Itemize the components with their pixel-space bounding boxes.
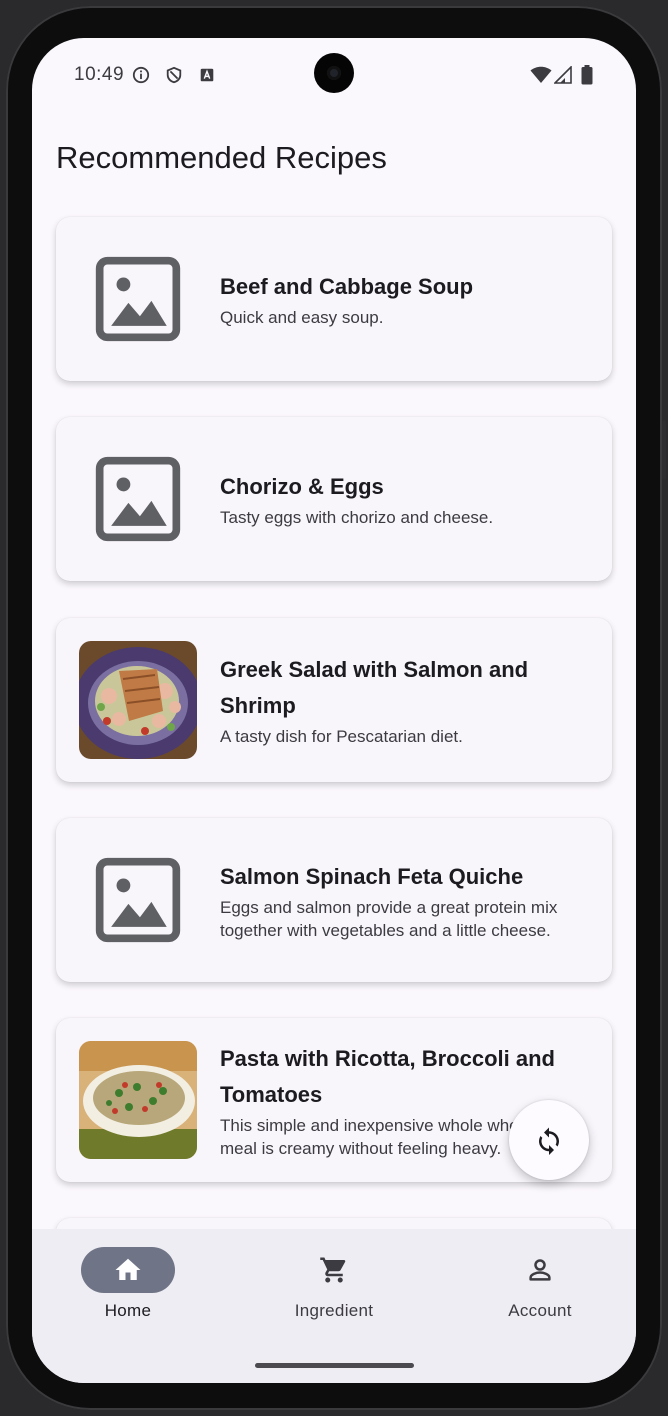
placeholder-image-icon xyxy=(95,256,181,342)
recipe-card-text: Greek Salad with Salmon and Shrimp A tas… xyxy=(220,618,594,782)
recipe-description: Eggs and salmon provide a great protein … xyxy=(220,897,558,940)
recipe-description: Tasty eggs with chorizo and cheese. xyxy=(220,508,494,527)
nav-icon-container xyxy=(493,1247,587,1293)
keyboard-a-icon xyxy=(200,68,214,82)
recipe-description: A tasty dish for Pescatarian diet. xyxy=(220,727,463,746)
recipe-card[interactable]: Greek Salad with Salmon and Shrimp A tas… xyxy=(56,618,612,782)
recipe-card[interactable]: Beef and Cabbage Soup Quick and easy sou… xyxy=(56,217,612,381)
info-icon xyxy=(132,66,150,84)
status-time: 10:49 xyxy=(74,64,125,85)
recipe-title: Beef and Cabbage Soup xyxy=(220,274,474,299)
status-bar: 10:49 xyxy=(32,38,636,110)
recipe-card-text: Beef and Cabbage Soup Quick and easy sou… xyxy=(220,217,594,381)
nav-label-home: Home xyxy=(104,1301,152,1320)
recipe-title: Salmon Spinach Feta Quiche xyxy=(220,863,524,889)
battery-icon xyxy=(581,65,593,85)
nav-icon-container xyxy=(287,1247,381,1293)
nav-active-indicator xyxy=(81,1247,175,1293)
front-camera xyxy=(314,53,354,93)
nav-item-ingredient[interactable]: Ingredient xyxy=(254,1247,414,1321)
gesture-home-indicator[interactable] xyxy=(255,1363,414,1368)
recipe-card[interactable]: Chorizo & Eggs Tasty eggs with chorizo a… xyxy=(56,417,612,581)
recipe-card-text: Chorizo & Eggs Tasty eggs with chorizo a… xyxy=(220,417,594,581)
pasta-photo xyxy=(79,1041,197,1159)
app-screen: 10:49 Recommended Recipes Beef and Cabba… xyxy=(32,38,636,1383)
phone-side-button xyxy=(662,420,666,480)
account-icon xyxy=(529,1259,551,1281)
placeholder-image-icon xyxy=(95,456,181,542)
bottom-navigation: Home Ingredient Account xyxy=(32,1229,636,1383)
nav-item-home[interactable]: Home xyxy=(48,1247,208,1321)
placeholder-image-icon xyxy=(95,857,181,943)
nav-item-account[interactable]: Account xyxy=(460,1247,620,1321)
wifi-icon xyxy=(530,66,552,83)
salad-photo xyxy=(79,641,197,759)
shield-icon xyxy=(166,66,182,84)
cellular-signal-icon xyxy=(554,66,572,84)
refresh-button[interactable] xyxy=(509,1100,589,1180)
refresh-icon xyxy=(539,1127,559,1155)
home-icon xyxy=(115,1258,141,1280)
recipe-description: Quick and easy soup. xyxy=(220,308,384,327)
nav-label-account: Account xyxy=(508,1301,572,1320)
recipe-card[interactable]: Salmon Spinach Feta Quiche Eggs and salm… xyxy=(56,818,612,982)
nav-label-ingredient: Ingredient xyxy=(294,1301,374,1320)
recipe-title: Chorizo & Eggs xyxy=(220,474,384,499)
cart-icon xyxy=(320,1257,346,1283)
page-title: Recommended Recipes xyxy=(56,140,387,175)
recipe-title: Greek Salad with Salmon and Shrimp xyxy=(220,657,529,718)
recipe-card-text: Salmon Spinach Feta Quiche Eggs and salm… xyxy=(220,818,594,982)
